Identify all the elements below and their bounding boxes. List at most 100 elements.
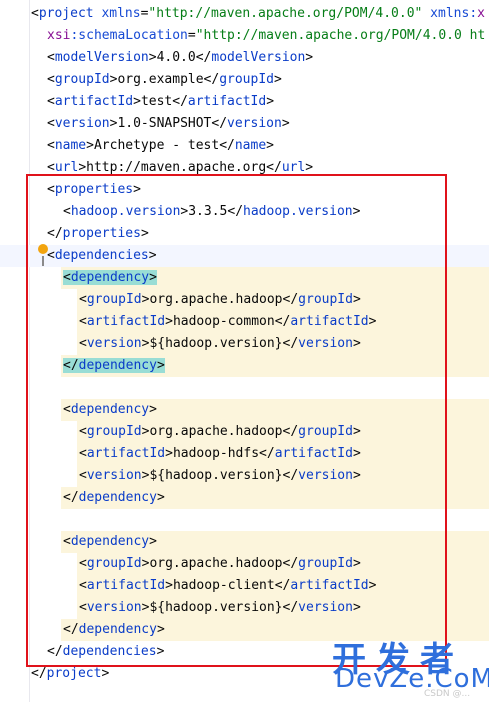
code-token: artifactId: [86, 578, 166, 593]
code-text: <groupId>org.apache.hadoop</groupId>: [79, 289, 361, 311]
code-line[interactable]: <groupId>org.apache.hadoop</groupId>: [0, 289, 489, 311]
code-text: xsi:schemaLocation="http://maven.apache.…: [47, 25, 485, 47]
code-line[interactable]: <dependency>: [0, 531, 489, 553]
code-token: <: [47, 160, 55, 175]
code-text: </dependencies>: [47, 641, 164, 663]
code-token: <: [79, 600, 87, 615]
code-line[interactable]: </dependency>: [0, 355, 489, 377]
code-token: </: [172, 94, 188, 109]
code-text: <groupId>org.example</groupId>: [47, 69, 282, 91]
code-token: project: [46, 666, 102, 681]
code-token: properties: [62, 226, 141, 241]
code-line[interactable]: </dependency>: [0, 487, 489, 509]
code-token: ${hadoop.version}: [149, 600, 283, 615]
code-token: version: [86, 468, 142, 483]
code-token: org.apache.hadoop: [149, 292, 283, 307]
code-line[interactable]: <artifactId>hadoop-common</artifactId>: [0, 311, 489, 333]
code-line[interactable]: <dependencies>: [0, 245, 489, 267]
code-token: >: [140, 226, 149, 241]
code-text: <hadoop.version>3.3.5</hadoop.version>: [63, 201, 360, 223]
code-token: >: [149, 402, 157, 417]
code-line[interactable]: <artifactId>test</artifactId>: [0, 91, 489, 113]
code-token: dependency: [78, 358, 157, 373]
code-text: <groupId>org.apache.hadoop</groupId>: [79, 553, 361, 575]
code-token: </: [195, 50, 212, 65]
code-text: <version>${hadoop.version}</version>: [79, 465, 361, 487]
code-token: xmlns:: [422, 6, 478, 21]
code-token: >: [133, 94, 141, 109]
code-token: >: [165, 314, 173, 329]
code-line[interactable]: <url>http://maven.apache.org</url>: [0, 157, 489, 179]
code-line[interactable]: <hadoop.version>3.3.5</hadoop.version>: [0, 201, 489, 223]
code-text: <artifactId>hadoop-common</artifactId>: [79, 311, 376, 333]
code-token: dependencies: [62, 644, 157, 659]
code-text: <name>Archetype - test</name>: [47, 135, 274, 157]
code-token: <: [79, 424, 87, 439]
code-token: >: [352, 292, 361, 307]
code-token: >: [148, 248, 157, 263]
code-token: </: [282, 556, 299, 571]
code-token: <: [47, 72, 55, 87]
code-line[interactable]: <version>${hadoop.version}</version>: [0, 333, 489, 355]
code-token: properties: [54, 182, 134, 197]
code-text: <dependency>: [63, 399, 157, 421]
code-token: >: [352, 600, 361, 615]
code-token: 4.0.0: [156, 50, 196, 65]
code-token: <: [63, 402, 71, 417]
code-line[interactable]: [0, 377, 489, 399]
code-token: version: [86, 336, 142, 351]
code-token: artifactId: [290, 314, 369, 329]
code-line[interactable]: <dependency>: [0, 267, 489, 289]
code-token: >: [305, 160, 314, 175]
code-line[interactable]: <artifactId>hadoop-client</artifactId>: [0, 575, 489, 597]
code-line[interactable]: <groupId>org.apache.hadoop</groupId>: [0, 421, 489, 443]
code-line[interactable]: <properties>: [0, 179, 489, 201]
code-token: dependency: [78, 490, 157, 505]
code-token: >: [305, 50, 314, 65]
code-token: </: [219, 138, 235, 153]
code-token: </: [282, 600, 299, 615]
lightbulb-icon[interactable]: [38, 244, 48, 254]
code-token: >: [352, 336, 361, 351]
code-token: project: [38, 6, 94, 21]
code-editor[interactable]: <project xmlns="http://maven.apache.org/…: [0, 0, 489, 702]
code-line[interactable]: <project xmlns="http://maven.apache.org/…: [0, 3, 489, 25]
code-text: <url>http://maven.apache.org</url>: [47, 157, 313, 179]
code-token: <: [47, 116, 55, 131]
code-token: </: [31, 666, 47, 681]
code-line[interactable]: <version>${hadoop.version}</version>: [0, 465, 489, 487]
code-line[interactable]: <groupId>org.example</groupId>: [0, 69, 489, 91]
code-line[interactable]: <version>1.0-SNAPSHOT</version>: [0, 113, 489, 135]
code-line[interactable]: <version>${hadoop.version}</version>: [0, 597, 489, 619]
code-line[interactable]: [0, 509, 489, 531]
code-line[interactable]: <dependency>: [0, 399, 489, 421]
code-token: </: [282, 468, 299, 483]
code-token: hadoop-common: [172, 314, 275, 329]
fold-icon[interactable]: [42, 256, 51, 266]
code-token: Archetype - test: [93, 138, 220, 153]
code-token: <: [79, 314, 87, 329]
code-token: </: [211, 116, 228, 131]
code-token: name: [234, 138, 267, 153]
code-token: </: [282, 336, 299, 351]
code-line[interactable]: <artifactId>hadoop-hdfs</artifactId>: [0, 443, 489, 465]
code-token: <: [79, 446, 87, 461]
code-text: <properties>: [47, 179, 141, 201]
code-line[interactable]: </properties>: [0, 223, 489, 245]
code-token: name: [54, 138, 87, 153]
code-token: >: [133, 182, 141, 197]
code-text: <dependency>: [63, 531, 157, 553]
code-token: url: [281, 160, 306, 175]
code-token: >: [266, 94, 275, 109]
code-token: =: [187, 28, 196, 43]
code-token: 3.3.5: [188, 204, 228, 219]
code-line[interactable]: <name>Archetype - test</name>: [0, 135, 489, 157]
code-token: <: [47, 138, 55, 153]
code-text: </dependency>: [63, 355, 165, 377]
code-token: groupId: [219, 72, 274, 87]
code-line[interactable]: <groupId>org.apache.hadoop</groupId>: [0, 553, 489, 575]
code-text: </project>: [31, 663, 109, 685]
code-token: >: [368, 578, 377, 593]
code-line[interactable]: <modelVersion>4.0.0</modelVersion>: [0, 47, 489, 69]
code-line[interactable]: xsi:schemaLocation="http://maven.apache.…: [0, 25, 489, 47]
